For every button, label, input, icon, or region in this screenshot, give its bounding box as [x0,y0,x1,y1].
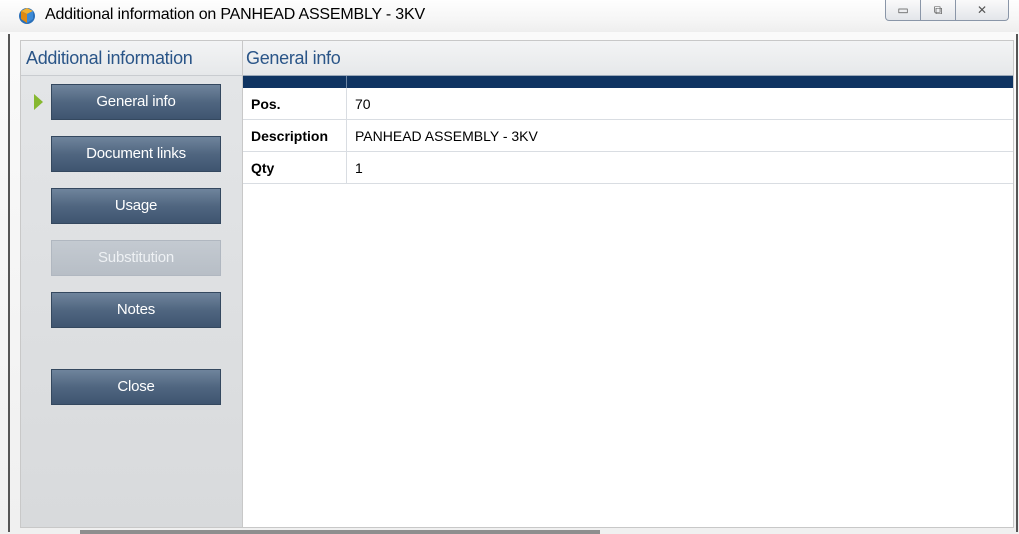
substitution-button: Substitution [51,240,221,276]
table-row: Qty 1 [243,151,1013,184]
notes-button[interactable]: Notes [51,292,221,328]
sidebar: Additional information General info Docu… [20,40,242,528]
close-window-button[interactable]: ✕ [956,0,1009,21]
row-key: Description [243,119,347,152]
grid-header [243,75,1013,88]
table-row: Description PANHEAD ASSEMBLY - 3KV [243,119,1013,152]
window-controls: ▭ ⧉ ✕ [885,0,1009,22]
content-title: General info [246,48,341,68]
row-value: 70 [346,88,1013,120]
window-border-left [8,34,10,532]
content-panel: General info Pos. 70 Description PANHEAD… [242,40,1014,528]
maximize-button[interactable]: ⧉ [921,0,956,21]
row-key: Qty [243,151,347,184]
sidebar-title: Additional information [26,48,193,68]
bottom-shadow [80,530,600,534]
maximize-icon: ⧉ [933,2,943,17]
usage-button[interactable]: Usage [51,188,221,224]
row-value: 1 [346,151,1013,184]
app-window: Additional information on PANHEAD ASSEMB… [0,0,1019,534]
row-key: Pos. [243,88,347,120]
close-button[interactable]: Close [51,369,221,405]
minimize-button[interactable]: ▭ [885,0,921,21]
window-border-right [1016,34,1018,532]
window-title: Additional information on PANHEAD ASSEMB… [45,6,425,23]
document-links-button[interactable]: Document links [51,136,221,172]
close-icon: ✕ [976,3,988,17]
general-info-button[interactable]: General info [51,84,221,120]
sidebar-header: Additional information [21,41,242,76]
info-table: Pos. 70 Description PANHEAD ASSEMBLY - 3… [243,88,1013,184]
selected-arrow-icon [34,94,43,110]
minimize-icon: ▭ [897,3,909,17]
row-value: PANHEAD ASSEMBLY - 3KV [346,119,1013,152]
app-icon [19,8,35,24]
title-bar: Additional information on PANHEAD ASSEMB… [0,0,1019,32]
grid-header-separator [346,76,347,88]
table-row: Pos. 70 [243,88,1013,120]
content-header: General info [243,41,1013,75]
